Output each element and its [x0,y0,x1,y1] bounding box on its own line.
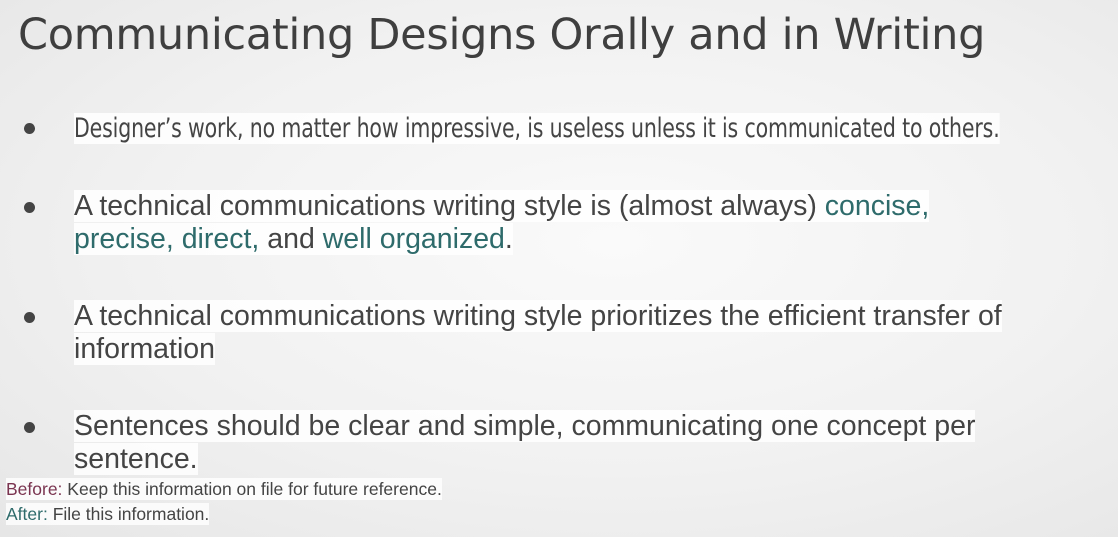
bullet-dot-icon [24,123,35,134]
after-label: After: [6,504,48,524]
bullet-line-1: A technical communications writing style… [74,300,1002,332]
bullet-dot-icon [24,422,35,433]
highlighted-term: precise, direct, [74,223,260,255]
after-text: File this information. [47,504,210,524]
bullet-dot-icon [24,202,35,213]
bullet-text: A technical communications writing style… [74,190,1104,256]
bullet-text: Designer’s work, no matter how impressiv… [74,112,1000,145]
bullet-text: Sentences should be clear and simple, co… [74,410,1104,476]
bullet-line-1: Sentences should be clear and simple, co… [74,410,976,442]
bullet-line-2: information [74,333,215,365]
slide-title: Communicating Designs Orally and in Writ… [18,10,986,60]
plain-text: . [504,223,513,255]
plain-text: A technical communications writing style… [74,190,825,222]
plain-text: and [259,223,323,255]
before-text: Keep this information on file for future… [62,479,442,499]
bullet-dot-icon [24,312,35,323]
bullet-text: A technical communications writing style… [74,300,1104,366]
after-example: After: File this information. [6,503,210,525]
bullet-line: Designer’s work, no matter how impressiv… [74,113,1000,144]
highlighted-term: well organized [322,223,505,255]
before-example: Before: Keep this information on file fo… [6,478,442,500]
bullet-line-1: A technical communications writing style… [74,190,930,222]
bullet-line-2: sentence. [74,443,198,475]
bullet-line-2: precise, direct, and well organized. [74,223,513,255]
highlighted-term: concise, [824,190,930,222]
before-label: Before: [6,479,63,499]
